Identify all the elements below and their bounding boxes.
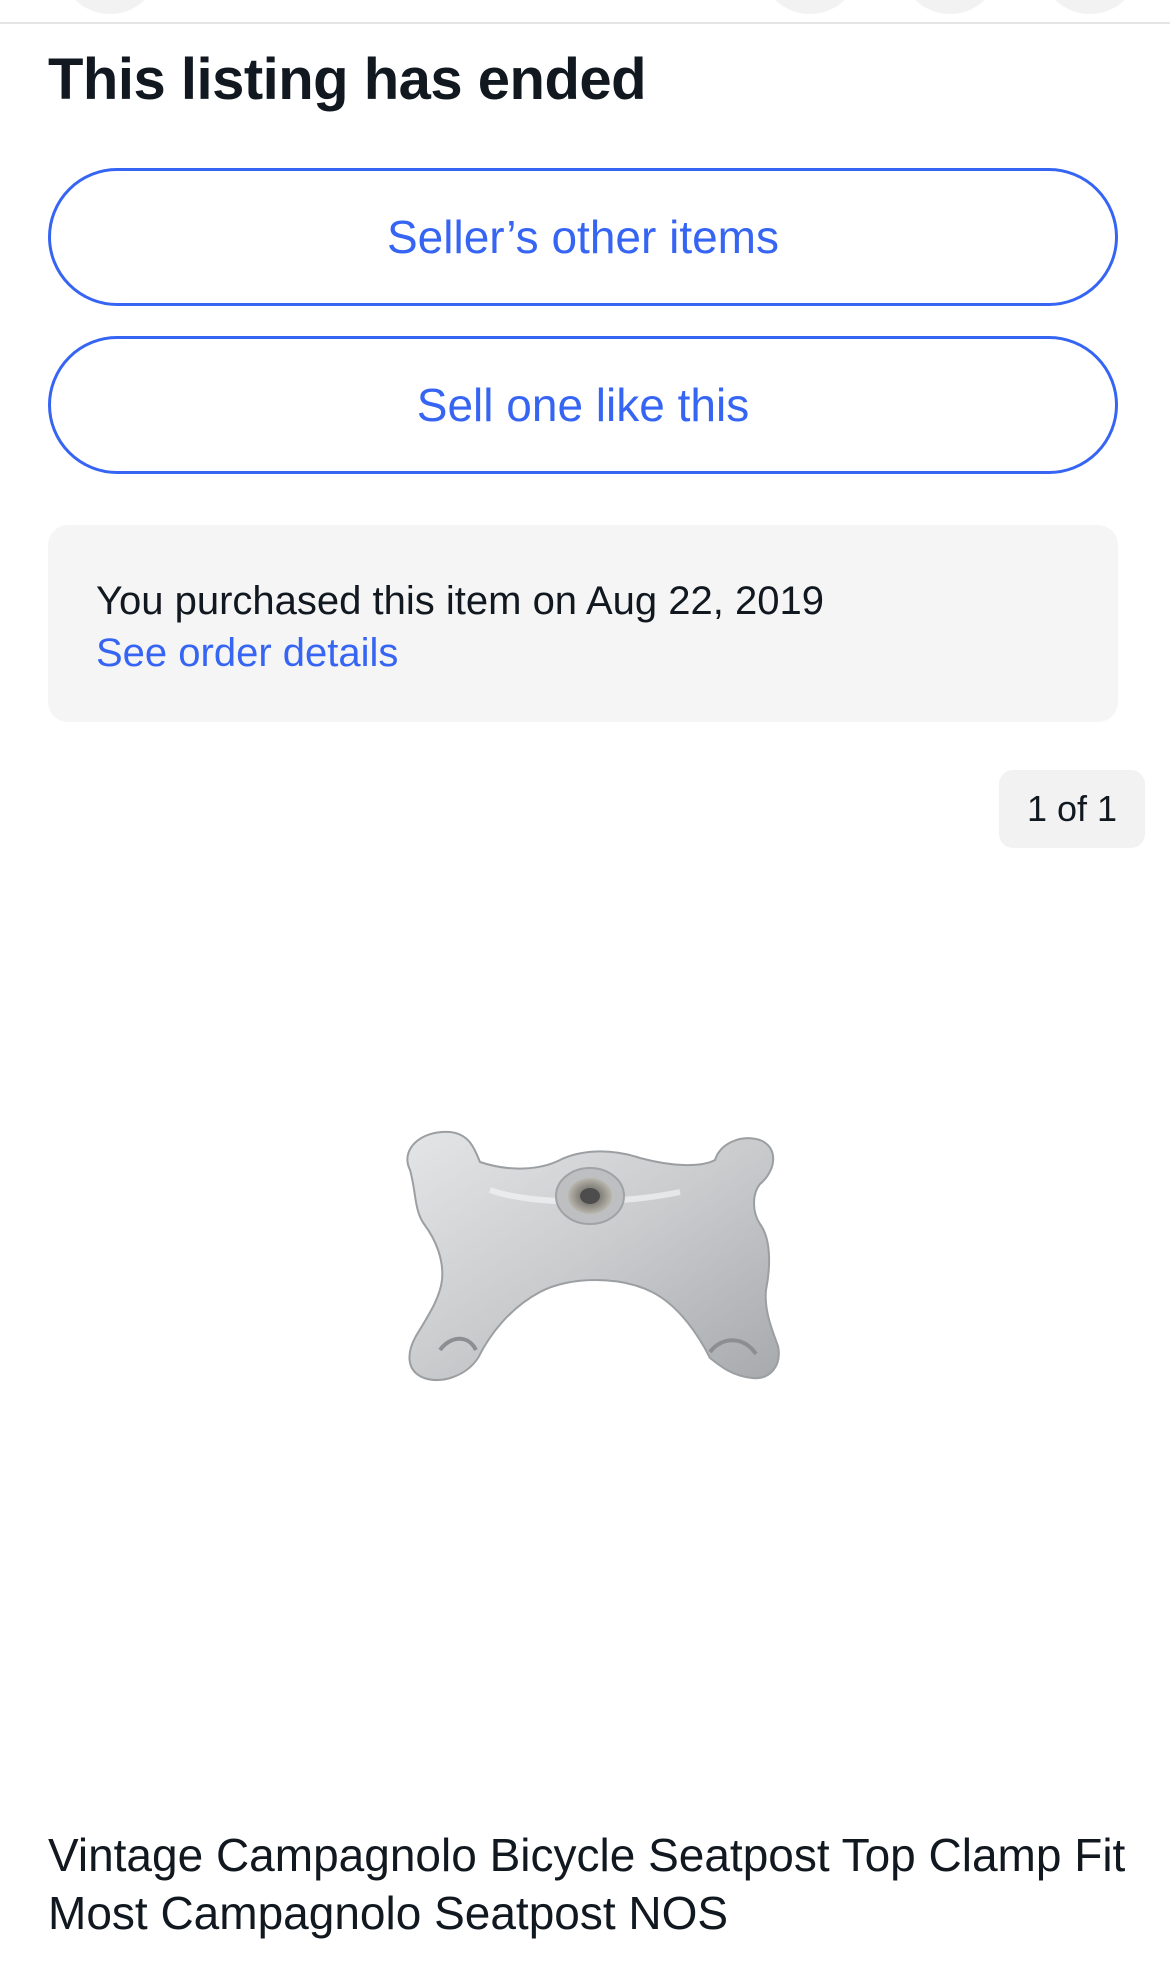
listing-ended-title: This listing has ended — [48, 47, 647, 112]
purchase-date-text: You purchased this item on Aug 22, 2019 — [96, 579, 824, 623]
back-button[interactable] — [60, 0, 160, 14]
product-title: Vintage Campagnolo Bicycle Seatpost Top … — [48, 1829, 1126, 1939]
see-order-details-link[interactable]: See order details — [96, 627, 1070, 679]
product-image[interactable] — [380, 1120, 800, 1400]
header-action-button[interactable] — [1040, 0, 1140, 14]
sell-one-like-this-button[interactable]: Sell one like this — [48, 336, 1118, 474]
product-image-gallery[interactable]: 1 of 1 — [0, 740, 1170, 1800]
purchase-notice: You purchased this item on Aug 22, 2019 … — [48, 525, 1118, 722]
sellers-other-items-button[interactable]: Seller’s other items — [48, 168, 1118, 306]
top-header-strip — [0, 0, 1170, 24]
header-action-button[interactable] — [900, 0, 1000, 14]
image-counter-badge: 1 of 1 — [999, 770, 1145, 848]
header-action-button[interactable] — [760, 0, 860, 14]
